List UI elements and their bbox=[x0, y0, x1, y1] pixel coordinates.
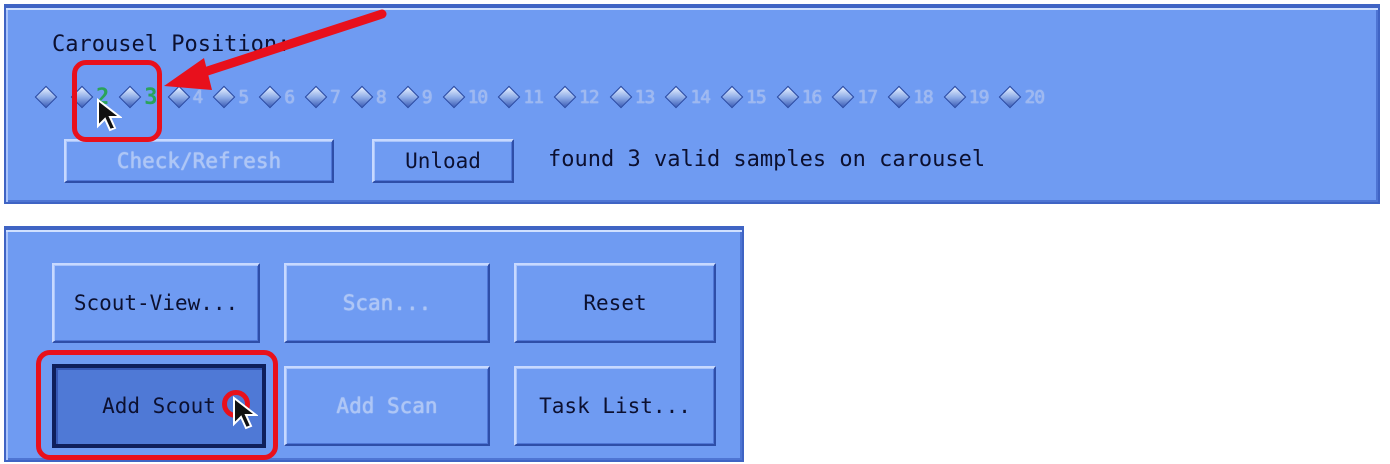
radio-diamond-icon bbox=[720, 85, 744, 109]
carousel-position-option[interactable]: 17 bbox=[827, 80, 878, 114]
radio-diamond-icon bbox=[664, 85, 688, 109]
carousel-position-option[interactable]: 13 bbox=[605, 80, 655, 114]
carousel-position-option[interactable]: 18 bbox=[883, 80, 934, 114]
carousel-position-option[interactable]: 14 bbox=[660, 80, 711, 114]
carousel-position-option[interactable]: 10 bbox=[438, 80, 488, 114]
carousel-position-option[interactable] bbox=[30, 80, 60, 114]
radio-diamond-icon bbox=[943, 85, 967, 109]
carousel-position-option[interactable]: 19 bbox=[939, 80, 989, 114]
add-scan-button[interactable]: Add Scan bbox=[284, 366, 490, 446]
check-refresh-button[interactable]: Check/Refresh bbox=[64, 139, 334, 183]
carousel-position-number: 18 bbox=[913, 86, 934, 108]
radio-diamond-icon bbox=[70, 85, 94, 109]
radio-diamond-icon bbox=[887, 85, 911, 109]
radio-diamond-icon bbox=[553, 85, 577, 109]
carousel-position-option[interactable]: 15 bbox=[716, 80, 767, 114]
carousel-position-option[interactable]: 16 bbox=[772, 80, 822, 114]
scan-button[interactable]: Scan... bbox=[284, 263, 490, 343]
task-list-button[interactable]: Task List... bbox=[514, 366, 716, 446]
radio-diamond-icon bbox=[118, 85, 142, 109]
unload-button[interactable]: Unload bbox=[372, 139, 514, 183]
radio-diamond-icon bbox=[999, 85, 1022, 109]
carousel-status-text: found 3 valid samples on carousel bbox=[548, 147, 986, 172]
radio-diamond-icon bbox=[497, 85, 521, 109]
carousel-position-number: 16 bbox=[801, 86, 823, 108]
radio-diamond-icon bbox=[442, 85, 465, 109]
radio-diamond-icon bbox=[396, 85, 420, 109]
carousel-position-number: 13 bbox=[634, 86, 656, 108]
radio-diamond-icon bbox=[776, 85, 800, 109]
radio-diamond-icon bbox=[34, 85, 58, 109]
carousel-position-option[interactable]: 11 bbox=[493, 80, 544, 114]
carousel-position-number: 20 bbox=[1024, 86, 1045, 108]
carousel-position-number: 9 bbox=[421, 86, 433, 108]
carousel-position-number: 15 bbox=[746, 86, 767, 108]
carousel-position-number: 10 bbox=[467, 86, 489, 108]
annotation-arrow-icon bbox=[164, 9, 387, 90]
reset-button[interactable]: Reset bbox=[514, 263, 716, 343]
carousel-position-option[interactable]: 12 bbox=[549, 80, 600, 114]
scout-view-button[interactable]: Scout-View... bbox=[52, 263, 260, 343]
carousel-position-option[interactable]: 9 bbox=[392, 80, 433, 114]
carousel-position-number: 14 bbox=[690, 86, 711, 108]
carousel-position-number: 11 bbox=[523, 86, 544, 108]
panel-border bbox=[6, 228, 742, 232]
radio-diamond-icon bbox=[609, 85, 632, 109]
carousel-position-number: 19 bbox=[968, 86, 990, 108]
carousel-position-number: 12 bbox=[578, 86, 600, 108]
radio-diamond-icon bbox=[832, 85, 855, 109]
carousel-position-number: 17 bbox=[857, 86, 878, 108]
carousel-position-option[interactable]: 20 bbox=[994, 80, 1045, 114]
mouse-pointer-icon bbox=[233, 396, 258, 430]
mouse-pointer-icon bbox=[97, 98, 122, 132]
